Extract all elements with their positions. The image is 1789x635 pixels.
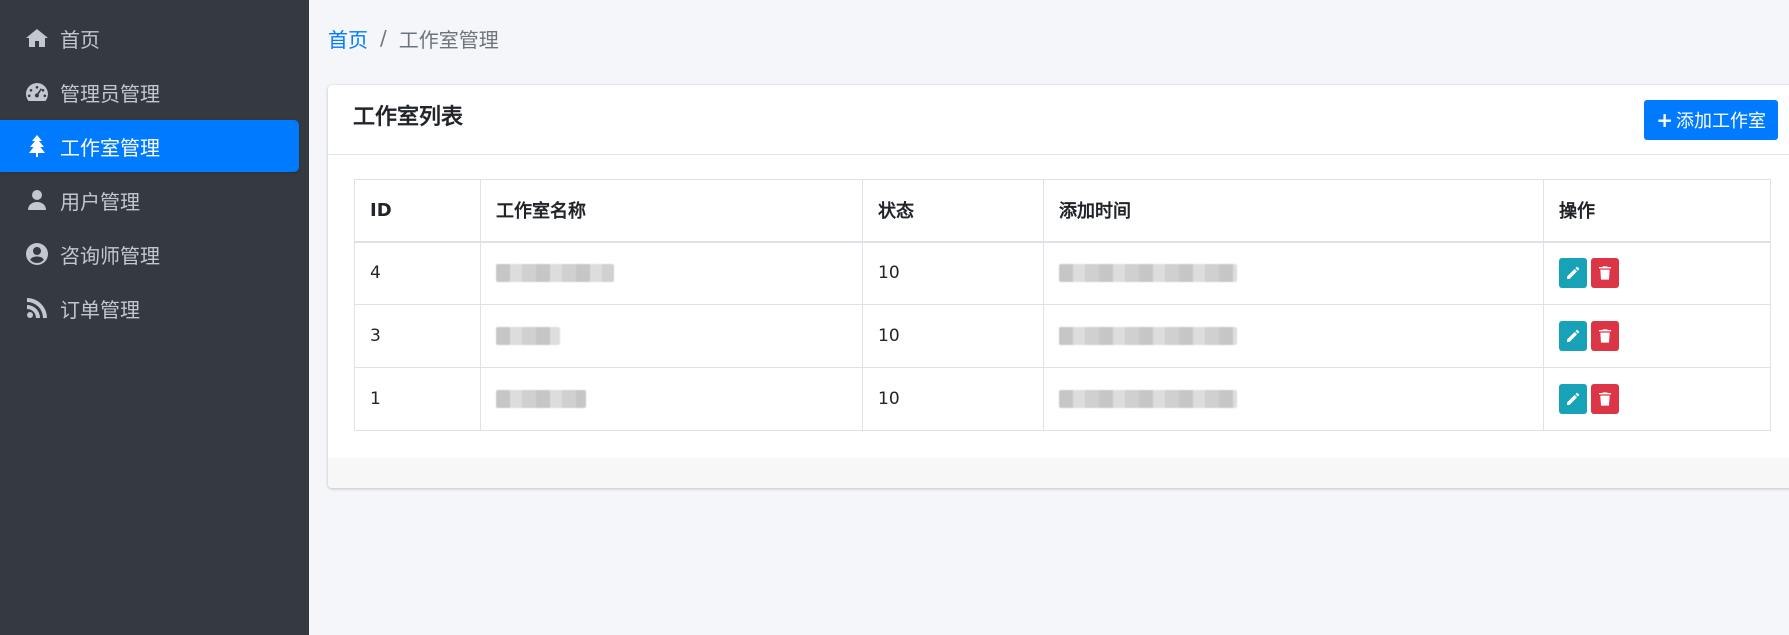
cell-name (480, 241, 863, 305)
sidebar-item-label: 首页 (60, 27, 100, 52)
redacted-name (496, 327, 560, 345)
trash-icon (1599, 329, 1611, 343)
cell-id: 4 (354, 241, 481, 305)
cell-time (1043, 367, 1544, 431)
table-row: 3 10 (354, 304, 1771, 368)
dashboard-icon (24, 79, 50, 105)
sidebar-item-label: 用户管理 (60, 189, 140, 214)
app-root: 首页 管理员管理 工作室管理 用户管理 咨询师管理 订单管理 首页 / 工作室管… (0, 0, 1789, 635)
sidebar-item-admin[interactable]: 管理员管理 (0, 66, 299, 118)
edit-button[interactable] (1559, 321, 1587, 351)
redacted-name (496, 390, 586, 408)
cell-id: 3 (354, 304, 481, 368)
breadcrumb-separator: / (380, 26, 387, 50)
sidebar-item-counselors[interactable]: 咨询师管理 (0, 228, 299, 280)
table-row: 1 10 (354, 367, 1771, 431)
redacted-name (496, 264, 614, 283)
breadcrumb-current: 工作室管理 (398, 27, 499, 52)
header-status: 状态 (862, 179, 1044, 243)
delete-button[interactable] (1591, 258, 1619, 289)
redacted-time (1059, 264, 1237, 283)
card-body: ID 工作室名称 状态 添加时间 操作 4 10 3 10 1 10 (328, 155, 1789, 431)
add-studio-label: 添加工作室 (1676, 111, 1766, 132)
cell-name (480, 304, 863, 368)
sidebar-item-label: 工作室管理 (60, 135, 160, 160)
main-content: 首页 / 工作室管理 工作室列表 + 添加工作室 ID 工作室名称 状态 添加时… (309, 0, 1789, 635)
cell-time (1043, 304, 1544, 368)
tree-icon (24, 133, 50, 159)
delete-button[interactable] (1591, 321, 1619, 351)
sidebar-item-label: 订单管理 (60, 297, 140, 322)
rss-icon (24, 295, 50, 321)
card-title: 工作室列表 (353, 105, 464, 130)
pencil-icon (1567, 267, 1580, 280)
cell-status: 10 (862, 304, 1044, 368)
header-id: ID (354, 179, 481, 243)
table-row: 4 10 (354, 241, 1771, 305)
home-icon (24, 25, 50, 51)
pencil-icon (1567, 329, 1580, 342)
sidebar-item-label: 咨询师管理 (60, 243, 160, 268)
table-header-row: ID 工作室名称 状态 添加时间 操作 (354, 179, 1771, 243)
sidebar-item-label: 管理员管理 (60, 81, 160, 106)
sidebar: 首页 管理员管理 工作室管理 用户管理 咨询师管理 订单管理 (0, 0, 309, 635)
cell-status: 10 (862, 367, 1044, 431)
pencil-icon (1567, 392, 1580, 405)
card-header: 工作室列表 + 添加工作室 (328, 85, 1789, 155)
studio-list-card: 工作室列表 + 添加工作室 ID 工作室名称 状态 添加时间 操作 4 10 3… (328, 85, 1789, 488)
cell-name (480, 367, 863, 431)
redacted-time (1059, 390, 1237, 408)
user-circle-icon (24, 241, 50, 267)
cell-actions (1543, 241, 1771, 305)
breadcrumb: 首页 / 工作室管理 (328, 0, 1789, 76)
cell-time (1043, 241, 1544, 305)
edit-button[interactable] (1559, 384, 1587, 414)
trash-icon (1599, 392, 1611, 406)
trash-icon (1599, 266, 1611, 280)
sidebar-item-users[interactable]: 用户管理 (0, 174, 299, 226)
cell-id: 1 (354, 367, 481, 431)
sidebar-item-home[interactable]: 首页 (0, 12, 299, 64)
cell-status: 10 (862, 241, 1044, 305)
edit-button[interactable] (1559, 258, 1587, 289)
studio-table: ID 工作室名称 状态 添加时间 操作 4 10 3 10 1 10 (354, 179, 1771, 431)
sidebar-item-orders[interactable]: 订单管理 (0, 282, 299, 334)
card-footer (328, 458, 1789, 488)
add-studio-button[interactable]: + 添加工作室 (1644, 100, 1778, 140)
plus-icon: + (1656, 108, 1673, 132)
header-actions: 操作 (1543, 179, 1771, 243)
redacted-time (1059, 327, 1237, 345)
breadcrumb-home-link[interactable]: 首页 (328, 24, 368, 53)
cell-actions (1543, 367, 1771, 431)
header-name: 工作室名称 (480, 179, 863, 243)
cell-actions (1543, 304, 1771, 368)
delete-button[interactable] (1591, 384, 1619, 414)
user-icon (24, 187, 50, 213)
header-time: 添加时间 (1043, 179, 1544, 243)
sidebar-item-studio[interactable]: 工作室管理 (0, 120, 299, 172)
